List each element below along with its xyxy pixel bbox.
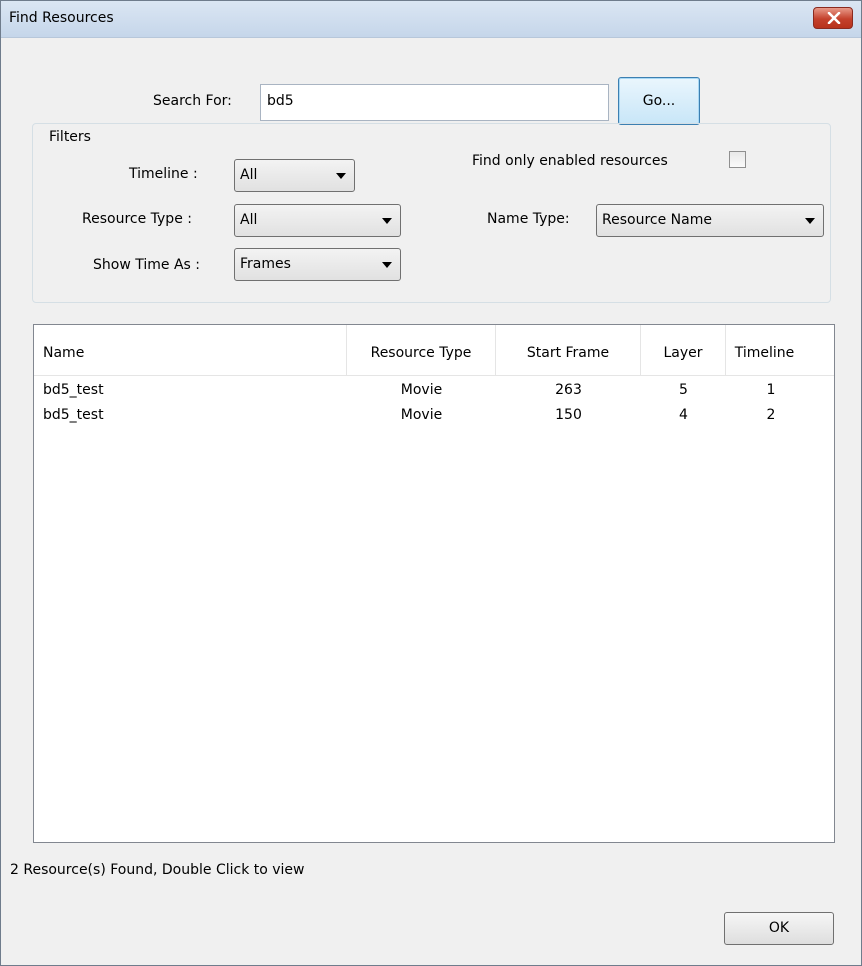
ok-button[interactable]: OK [724, 912, 834, 945]
close-button[interactable] [813, 7, 853, 29]
table-row[interactable]: bd5_test Movie 150 4 2 [34, 403, 834, 428]
enabled-only-label: Find only enabled resources [472, 153, 668, 169]
results-list[interactable]: Name Resource Type Start Frame Layer Tim… [33, 324, 835, 843]
resource-type-select-value: All [240, 212, 258, 228]
cell-layer: 5 [679, 382, 688, 398]
column-header-layer[interactable]: Layer [641, 325, 726, 375]
cell-name: bd5_test [43, 382, 104, 398]
search-input[interactable]: bd5 [260, 84, 609, 121]
column-header-start-frame[interactable]: Start Frame [496, 325, 641, 375]
cell-layer: 4 [679, 407, 688, 423]
results-header: Name Resource Type Start Frame Layer Tim… [34, 325, 834, 376]
timeline-label: Timeline : [129, 166, 198, 182]
timeline-select[interactable]: All [234, 159, 355, 192]
status-text: 2 Resource(s) Found, Double Click to vie… [10, 862, 305, 878]
cell-start-frame: 150 [555, 407, 582, 423]
cell-resource-type: Movie [400, 382, 443, 398]
title-bar: Find Resources [1, 1, 861, 38]
column-header-timeline[interactable]: Timeline [726, 325, 834, 375]
column-header-resource-type[interactable]: Resource Type [347, 325, 496, 375]
chevron-down-icon [382, 262, 392, 268]
show-time-select-value: Frames [240, 256, 291, 272]
name-type-select-value: Resource Name [602, 212, 712, 228]
show-time-label: Show Time As : [93, 257, 200, 273]
resource-type-select[interactable]: All [234, 204, 401, 237]
timeline-select-value: All [240, 167, 258, 183]
table-row[interactable]: bd5_test Movie 263 5 1 [34, 378, 834, 403]
filters-legend: Filters [45, 129, 95, 145]
search-label: Search For: [153, 93, 232, 109]
find-resources-dialog: Find Resources Search For: bd5 Go... Fil… [0, 0, 862, 966]
cell-name: bd5_test [43, 407, 104, 423]
show-time-select[interactable]: Frames [234, 248, 401, 281]
enabled-only-checkbox[interactable] [729, 151, 746, 168]
cell-start-frame: 263 [555, 382, 582, 398]
cell-resource-type: Movie [400, 407, 443, 423]
cell-timeline: 1 [766, 382, 776, 398]
resource-type-label: Resource Type : [82, 211, 192, 227]
window-title: Find Resources [9, 10, 114, 26]
chevron-down-icon [805, 218, 815, 224]
cell-timeline: 2 [766, 407, 776, 423]
name-type-select[interactable]: Resource Name [596, 204, 824, 237]
column-header-name[interactable]: Name [34, 325, 347, 375]
chevron-down-icon [336, 173, 346, 179]
go-button[interactable]: Go... [618, 77, 700, 125]
chevron-down-icon [382, 218, 392, 224]
name-type-label: Name Type: [487, 211, 570, 227]
close-icon [827, 12, 841, 24]
